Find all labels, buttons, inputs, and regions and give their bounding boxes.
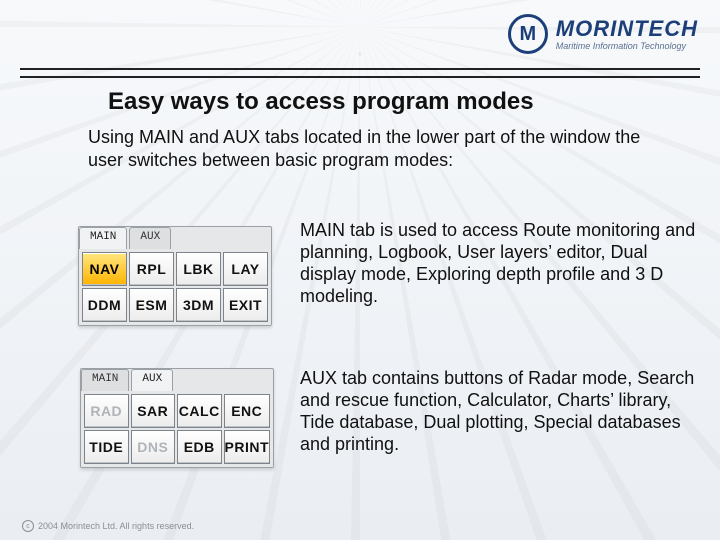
ddm-button[interactable]: DDM: [82, 288, 127, 322]
copyright: c 2004 Morintech Ltd. All rights reserve…: [22, 520, 194, 532]
brand-logo: M MORINTECH Maritime Information Technol…: [508, 14, 698, 54]
edb-button[interactable]: EDB: [177, 430, 222, 464]
print-button[interactable]: PRINT: [224, 430, 271, 464]
brand-tagline: Maritime Information Technology: [556, 42, 698, 51]
page-title: Easy ways to access program modes: [108, 88, 534, 116]
3dm-button[interactable]: 3DM: [176, 288, 221, 322]
nav-button[interactable]: NAV: [82, 252, 127, 286]
copyright-text: 2004 Morintech Ltd. All rights reserved.: [38, 521, 194, 531]
brand-mark-icon: M: [508, 14, 548, 54]
mode-panel-main: MAIN AUX NAV RPL LBK LAY DDM ESM 3DM EXI…: [78, 226, 272, 326]
tab-aux[interactable]: AUX: [129, 227, 171, 249]
main-description: MAIN tab is used to access Route monitor…: [300, 220, 705, 308]
exit-button[interactable]: EXIT: [223, 288, 268, 322]
dns-button[interactable]: DNS: [131, 430, 176, 464]
calc-button[interactable]: CALC: [177, 394, 222, 428]
sar-button[interactable]: SAR: [131, 394, 176, 428]
lay-button[interactable]: LAY: [223, 252, 268, 286]
aux-button-grid: RAD SAR CALC ENC TIDE DNS EDB PRINT: [81, 391, 273, 467]
tab-aux[interactable]: AUX: [131, 369, 173, 391]
enc-button[interactable]: ENC: [224, 394, 271, 428]
tab-main[interactable]: MAIN: [79, 227, 127, 249]
copyright-icon: c: [22, 520, 34, 532]
mode-panel-aux: MAIN AUX RAD SAR CALC ENC TIDE DNS EDB P…: [80, 368, 274, 468]
lbk-button[interactable]: LBK: [176, 252, 221, 286]
rpl-button[interactable]: RPL: [129, 252, 174, 286]
aux-description: AUX tab contains buttons of Radar mode, …: [300, 368, 705, 456]
intro-text: Using MAIN and AUX tabs located in the l…: [88, 126, 648, 171]
tab-main[interactable]: MAIN: [81, 369, 129, 391]
rad-button[interactable]: RAD: [84, 394, 129, 428]
brand-name: MORINTECH: [556, 18, 698, 40]
header-rule: [20, 68, 700, 78]
main-button-grid: NAV RPL LBK LAY DDM ESM 3DM EXIT: [79, 249, 271, 325]
esm-button[interactable]: ESM: [129, 288, 174, 322]
tide-button[interactable]: TIDE: [84, 430, 129, 464]
